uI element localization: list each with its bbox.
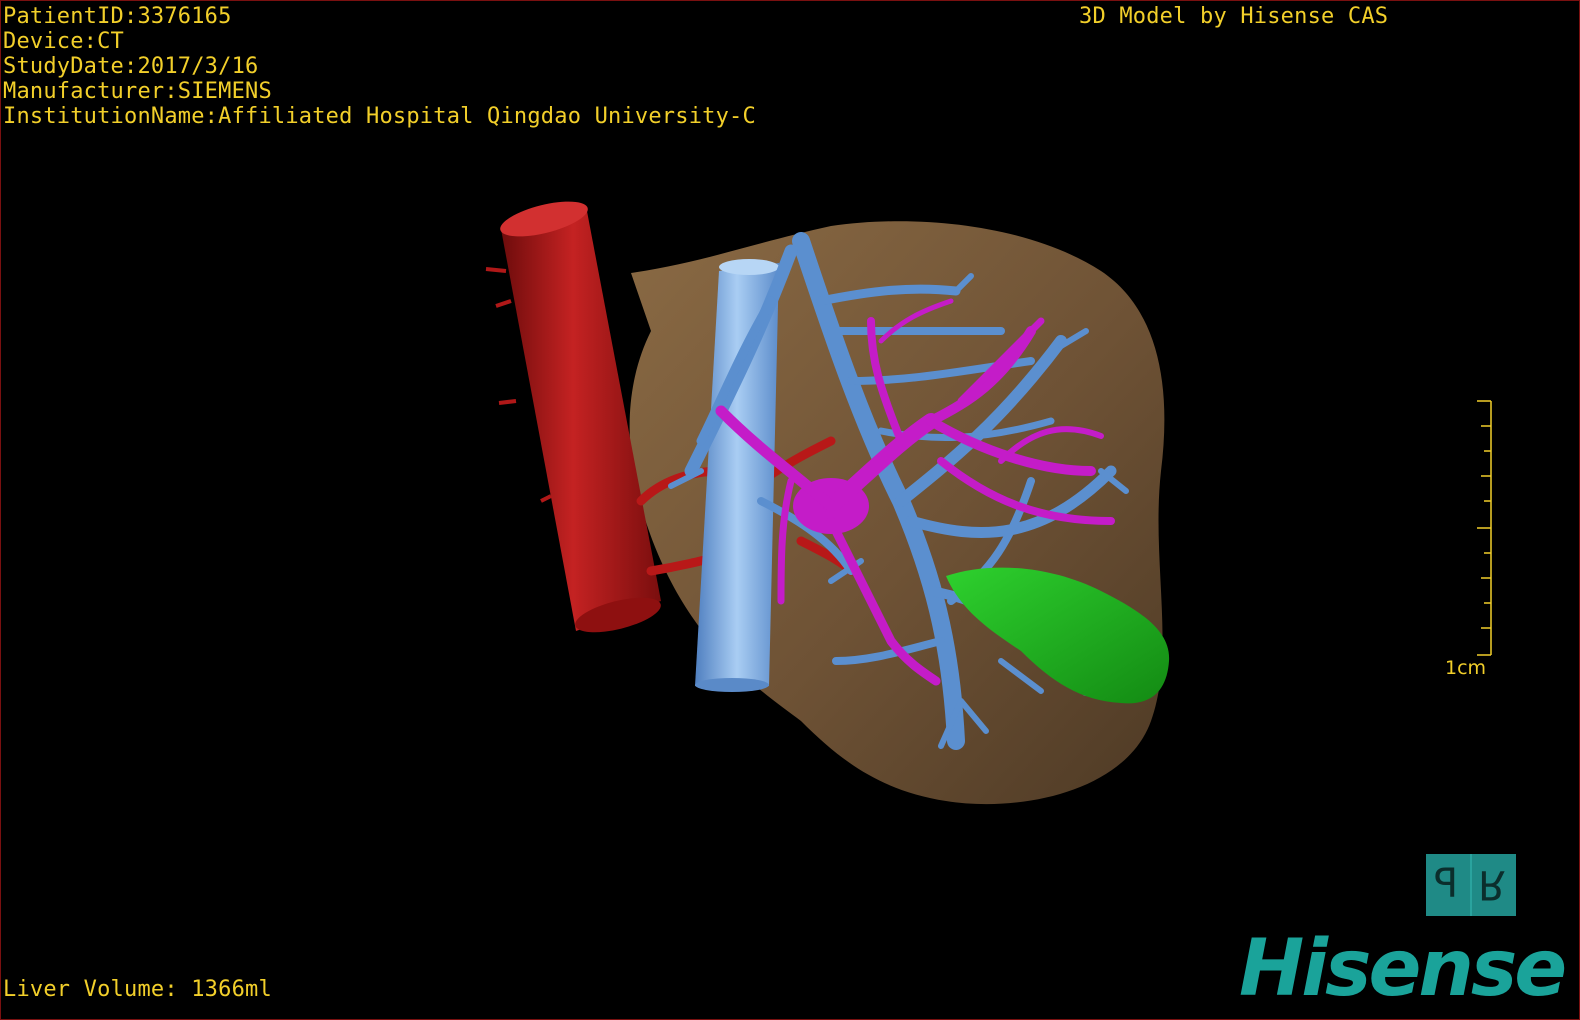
patient-info-overlay: PatientID:3376165 Device:CT StudyDate:20… bbox=[3, 4, 756, 129]
scale-bar bbox=[1477, 400, 1492, 656]
liver-volume-text: Liver Volume: 1366ml bbox=[3, 977, 272, 1002]
patient-id-text: PatientID:3376165 bbox=[3, 4, 232, 29]
orientation-cube-divider bbox=[1470, 854, 1472, 916]
device-text: Device:CT bbox=[3, 29, 125, 54]
institution-text: InstitutionName:Affiliated Hospital Qing… bbox=[3, 104, 756, 129]
model-credit-text: 3D Model by Hisense CAS bbox=[1079, 4, 1389, 29]
3d-viewport[interactable]: PatientID:3376165 Device:CT StudyDate:20… bbox=[0, 0, 1580, 1020]
manufacturer-text: Manufacturer:SIEMENS bbox=[3, 79, 272, 104]
orientation-letter-right: R bbox=[1478, 861, 1506, 907]
liver-3d-model[interactable] bbox=[1, 1, 1579, 1019]
scale-label: 1cm bbox=[1445, 657, 1487, 679]
study-date-text: StudyDate:2017/3/16 bbox=[3, 54, 259, 79]
hisense-logo: Hisense bbox=[1239, 924, 1567, 1014]
orientation-cube[interactable]: P R bbox=[1426, 854, 1516, 916]
orientation-letter-left: P bbox=[1434, 861, 1459, 907]
